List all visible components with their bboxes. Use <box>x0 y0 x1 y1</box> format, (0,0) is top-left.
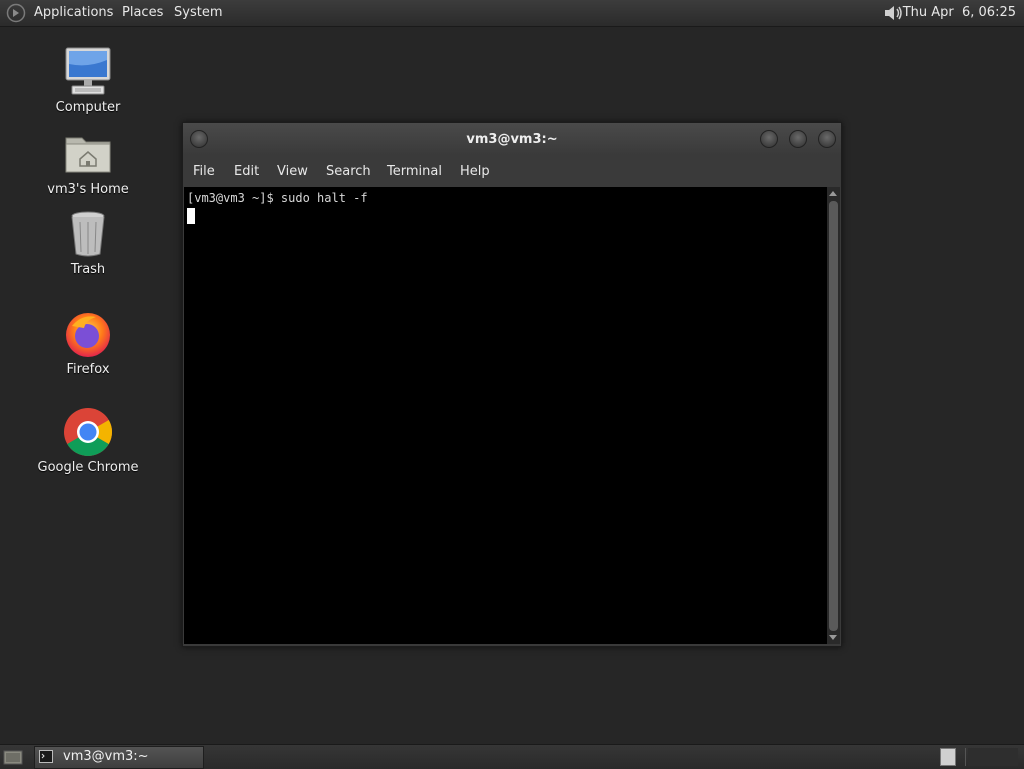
terminal-window[interactable]: vm3@vm3:~ File Edit View Search Terminal… <box>182 122 842 647</box>
terminal-menubar: File Edit View Search Terminal Help <box>183 155 841 187</box>
menu-applications[interactable]: Applications <box>34 5 113 20</box>
scroll-up-icon[interactable] <box>829 191 837 196</box>
taskbar-item-terminal[interactable]: vm3@vm3:~ <box>34 746 204 769</box>
clock[interactable]: Thu Apr 6, 06:25 <box>903 5 1016 20</box>
firefox-icon <box>66 313 110 357</box>
menu-search[interactable]: Search <box>326 164 371 179</box>
workspace-divider <box>965 748 966 766</box>
scroll-down-icon[interactable] <box>829 635 837 640</box>
terminal-icon <box>39 750 53 763</box>
desktop-icon-label: Google Chrome <box>37 460 139 475</box>
close-button[interactable] <box>818 130 836 148</box>
chrome-icon <box>64 408 113 456</box>
taskbar-item-label: vm3@vm3:~ <box>63 749 149 764</box>
menu-help[interactable]: Help <box>460 164 490 179</box>
desktop-icon-label: Computer <box>55 100 121 115</box>
desktop-icon-trash[interactable]: Trash <box>33 208 143 277</box>
home-folder-icon <box>65 137 111 173</box>
desktop-icon-computer[interactable]: Computer <box>33 46 143 115</box>
computer-icon <box>65 47 111 95</box>
scroll-thumb[interactable] <box>829 201 838 631</box>
menu-terminal[interactable]: Terminal <box>387 164 442 179</box>
desktop-icon-home[interactable]: vm3's Home <box>33 128 143 197</box>
menu-view[interactable]: View <box>277 164 308 179</box>
desktop-icon-firefox[interactable]: Firefox <box>33 308 143 377</box>
menu-system[interactable]: System <box>174 5 222 20</box>
window-titlebar[interactable]: vm3@vm3:~ <box>183 123 841 155</box>
menu-edit[interactable]: Edit <box>234 164 259 179</box>
gnome-foot-icon[interactable] <box>6 3 26 23</box>
workspace-2[interactable] <box>968 748 1018 766</box>
minimize-button[interactable] <box>760 130 778 148</box>
bottom-panel: vm3@vm3:~ <box>0 744 1024 769</box>
maximize-button[interactable] <box>789 130 807 148</box>
desktop-icon-label: Firefox <box>66 362 110 377</box>
desktop-icon-chrome[interactable]: Google Chrome <box>33 406 143 475</box>
workspace-1[interactable] <box>940 748 956 766</box>
show-desktop-icon[interactable] <box>3 748 23 766</box>
terminal-output[interactable]: [vm3@vm3 ~]$ sudo halt -f <box>184 187 827 644</box>
desktop-icon-label: vm3's Home <box>47 182 129 197</box>
terminal-line: [vm3@vm3 ~]$ sudo halt -f <box>187 191 368 205</box>
desktop-icon-label: Trash <box>70 262 106 277</box>
top-panel: Applications Places System Thu Apr 6, 06… <box>0 0 1024 27</box>
scrollbar[interactable] <box>827 187 840 644</box>
menu-places[interactable]: Places <box>122 5 163 20</box>
window-title: vm3@vm3:~ <box>466 132 558 147</box>
menu-file[interactable]: File <box>193 164 215 179</box>
text-cursor <box>187 208 195 224</box>
volume-icon[interactable] <box>882 3 904 23</box>
trash-icon <box>71 211 105 257</box>
